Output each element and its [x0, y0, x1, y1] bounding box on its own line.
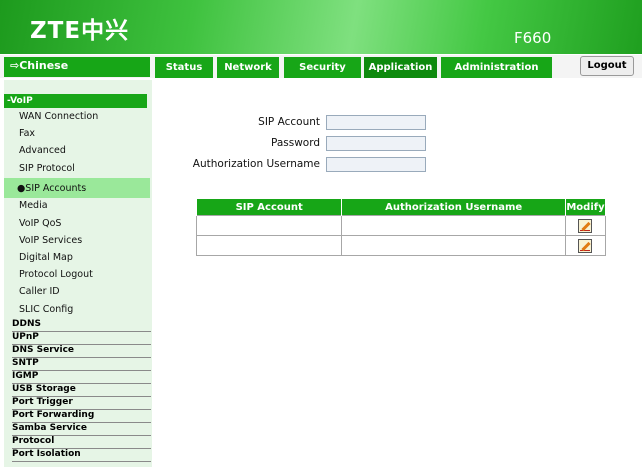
header-banner: ZTE中兴 F660	[0, 0, 642, 54]
edit-pencil-icon[interactable]	[578, 218, 593, 233]
sidebar-item-slic-config[interactable]: SLIC Config	[19, 304, 73, 315]
sidebar-item-voip-services[interactable]: VoIP Services	[19, 235, 82, 246]
password-label: Password	[270, 137, 320, 149]
sidebar-section-voip[interactable]: -VoIP	[4, 94, 147, 108]
device-model: F660	[514, 29, 552, 47]
sidebar-item-wan-connection[interactable]: WAN Connection	[19, 111, 98, 122]
sidebar-item-port-trigger[interactable]: Port Trigger	[12, 397, 73, 407]
column-header-modify: Modify	[564, 198, 607, 216]
sidebar-item-usb-storage[interactable]: USB Storage	[12, 384, 76, 394]
sip-account-label: SIP Account	[258, 116, 320, 128]
sidebar-item-voip-qos[interactable]: VoIP QoS	[19, 218, 61, 229]
tab-application[interactable]: Application	[364, 57, 437, 78]
sidebar-item-protocol-logout[interactable]: Protocol Logout	[19, 269, 93, 280]
sidebar-item-caller-id[interactable]: Caller ID	[19, 286, 60, 297]
cell-modify	[564, 215, 607, 236]
sidebar-item-upnp[interactable]: UPnP	[12, 332, 39, 342]
tab-status[interactable]: Status	[155, 57, 213, 78]
tab-security[interactable]: Security	[284, 57, 361, 78]
sidebar-divider	[12, 461, 151, 462]
sidebar-item-sip-protocol[interactable]: SIP Protocol	[19, 163, 75, 174]
sip-account-input[interactable]	[326, 115, 426, 130]
sidebar-item-port-forwarding[interactable]: Port Forwarding	[12, 410, 94, 420]
table-row	[195, 215, 607, 236]
sidebar-item-fax[interactable]: Fax	[19, 128, 35, 139]
sidebar-item-advanced[interactable]: Advanced	[19, 145, 66, 156]
column-header-authorization-username: Authorization Username	[341, 198, 566, 216]
authorization-username-input[interactable]	[326, 157, 426, 172]
column-header-sip-account: SIP Account	[195, 198, 343, 216]
sidebar-item-igmp[interactable]: IGMP	[12, 371, 38, 381]
sidebar-item-protocol[interactable]: Protocol	[12, 436, 54, 446]
sidebar-item-digital-map[interactable]: Digital Map	[19, 252, 73, 263]
sidebar-item-sip-accounts[interactable]: ●SIP Accounts	[17, 183, 86, 194]
sidebar-item-port-isolation[interactable]: Port Isolation	[12, 449, 81, 459]
password-input[interactable]	[326, 136, 426, 151]
sidebar-item-sntp[interactable]: SNTP	[12, 358, 39, 368]
authorization-username-label: Authorization Username	[192, 158, 320, 170]
cell-sip-account	[195, 215, 343, 236]
cell-authorization-username	[341, 235, 566, 256]
edit-pencil-icon[interactable]	[578, 238, 593, 253]
tab-network[interactable]: Network	[217, 57, 279, 78]
language-switch[interactable]: ⇨Chinese	[4, 57, 150, 77]
logout-button[interactable]: Logout	[580, 56, 634, 76]
sidebar-item-dns-service[interactable]: DNS Service	[12, 345, 74, 355]
sidebar-item-samba-service[interactable]: Samba Service	[12, 423, 87, 433]
sidebar-item-ddns[interactable]: DDNS	[12, 319, 41, 329]
sip-accounts-table: SIP Account Authorization Username Modif…	[195, 198, 607, 256]
tab-administration[interactable]: Administration	[441, 57, 552, 78]
sidebar-item-media[interactable]: Media	[19, 200, 48, 211]
cell-authorization-username	[341, 215, 566, 236]
zte-logo: ZTE中兴	[30, 18, 130, 44]
table-row	[195, 235, 607, 256]
cell-sip-account	[195, 235, 343, 256]
cell-modify	[564, 235, 607, 256]
